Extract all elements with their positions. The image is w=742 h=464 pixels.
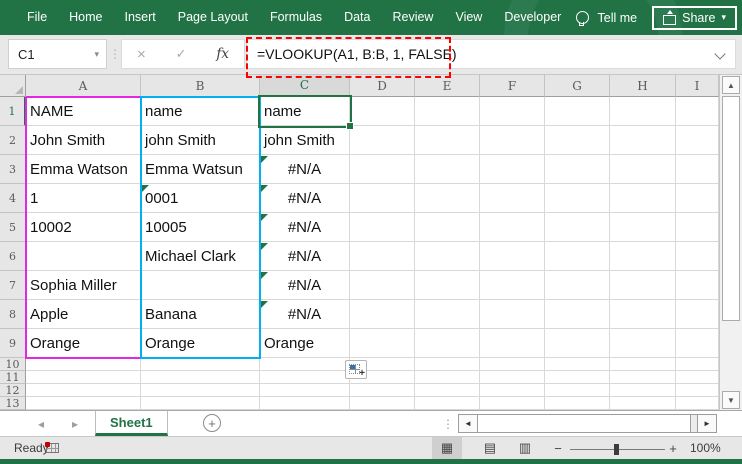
insert-function-icon[interactable]: fx	[216, 46, 229, 62]
share-button[interactable]: Share ▾	[652, 5, 737, 30]
tell-me-label[interactable]: Tell me	[598, 11, 638, 25]
sheet-nav-left-icon[interactable]: ◂	[38, 411, 44, 436]
name-box[interactable]: C1 ▾	[8, 39, 107, 69]
share-icon	[663, 9, 677, 25]
macro-record-icon[interactable]	[45, 442, 59, 453]
chevron-down-icon[interactable]: ▾	[94, 49, 99, 60]
lightbulb-icon[interactable]	[575, 11, 589, 26]
zoom-slider-thumb[interactable]	[614, 444, 619, 455]
ribbon-tab-view[interactable]: View	[444, 0, 493, 35]
ribbon: File Home Insert Page Layout Formulas Data Rev…	[0, 0, 742, 35]
enter-icon[interactable]: ✓	[176, 46, 187, 62]
ribbon-tab-formulas[interactable]: Formulas	[259, 0, 333, 35]
error-indicator-B4	[142, 185, 149, 192]
view-normal-button[interactable]: ▦	[432, 437, 462, 459]
formula-buttons-group: × ✓ fx	[121, 39, 245, 69]
selected-cell-border	[258, 95, 354, 130]
ribbon-right-group: Tell me Share ▾	[575, 0, 737, 35]
error-indicator-C5	[261, 214, 268, 221]
share-label: Share	[682, 10, 716, 25]
formula-input[interactable]: =VLOOKUP(A1, B:B, 1, FALSE)	[246, 39, 736, 69]
ribbon-tabs: File Home Insert Page Layout Formulas Data Rev…	[16, 0, 572, 35]
ribbon-tab-home[interactable]: Home	[58, 0, 113, 35]
fill-handle[interactable]	[346, 122, 354, 130]
scroll-right-icon[interactable]: ►	[697, 415, 716, 432]
highlighted-range-A1:A9	[25, 96, 142, 359]
add-sheet-button[interactable]: +	[203, 414, 221, 432]
auto-fill-plus-icon: +	[359, 368, 365, 379]
view-page-layout-button[interactable]: ▤	[475, 437, 505, 459]
error-indicator-C8	[261, 301, 268, 308]
highlighted-range-B1:B9	[140, 96, 261, 359]
formula-bar-drag-handle[interactable]: ⋮	[109, 39, 121, 69]
vertical-scrollbar-thumb[interactable]	[722, 96, 740, 321]
tab-bar-splitter[interactable]: ⋮	[442, 411, 454, 436]
error-indicator-C7	[261, 272, 268, 279]
error-indicator-C4	[261, 185, 268, 192]
select-all-button[interactable]	[0, 75, 26, 97]
formula-bar: C1 ▾ ⋮ × ✓ fx =VLOOKUP(A1, B:B, 1, FALSE…	[0, 35, 742, 75]
formula-text: =VLOOKUP(A1, B:B, 1, FALSE)	[257, 46, 457, 62]
ribbon-tab-insert[interactable]: Insert	[114, 0, 167, 35]
ribbon-tab-review[interactable]: Review	[381, 0, 444, 35]
name-box-value: C1	[18, 46, 35, 62]
status-text: Ready	[14, 441, 49, 455]
select-all-corner-icon	[15, 86, 23, 94]
bottom-accent-strip	[0, 459, 742, 464]
chevron-down-icon: ▾	[721, 12, 726, 22]
sheet-nav-right-icon[interactable]: ▸	[72, 411, 78, 436]
excel-window: File Home Insert Page Layout Formulas Data Rev…	[0, 0, 742, 464]
error-indicator-C3	[261, 156, 268, 163]
ribbon-tab-page-layout[interactable]: Page Layout	[167, 0, 259, 35]
cancel-icon[interactable]: ×	[137, 46, 146, 63]
view-page-break-button[interactable]: ▥	[510, 437, 540, 459]
scroll-left-icon[interactable]: ◄	[459, 415, 478, 432]
zoom-in-button[interactable]: +	[667, 437, 679, 459]
spreadsheet-grid: ABCDEFGHI 1 2 3 4 5 6 7 8 9 10 11 12 13 NAME John Smi…	[0, 75, 719, 410]
ribbon-tab-developer[interactable]: Developer	[493, 0, 572, 35]
scroll-down-icon[interactable]: ▼	[722, 391, 740, 409]
sheet-tab-bar: ◂ ▸ Sheet1 + ⋮ ◄ ►	[0, 410, 742, 436]
error-indicator-C6	[261, 243, 268, 250]
horizontal-scrollbar-thumb[interactable]	[478, 415, 691, 432]
ribbon-tab-file[interactable]: File	[16, 0, 58, 35]
sheet-tab-sheet1[interactable]: Sheet1	[95, 411, 168, 436]
ribbon-tab-data[interactable]: Data	[333, 0, 381, 35]
scroll-up-icon[interactable]: ▲	[722, 76, 740, 94]
zoom-level[interactable]: 100%	[690, 437, 721, 459]
status-bar: Ready ▦ ▤ ▥ − + 100%	[0, 436, 742, 459]
horizontal-scrollbar[interactable]: ◄ ►	[458, 414, 717, 433]
auto-fill-options-button[interactable]: +	[345, 360, 367, 379]
expand-formula-bar-icon[interactable]	[714, 48, 726, 60]
zoom-out-button[interactable]: −	[552, 437, 564, 459]
vertical-scrollbar[interactable]: ▲ ▼	[719, 75, 742, 410]
